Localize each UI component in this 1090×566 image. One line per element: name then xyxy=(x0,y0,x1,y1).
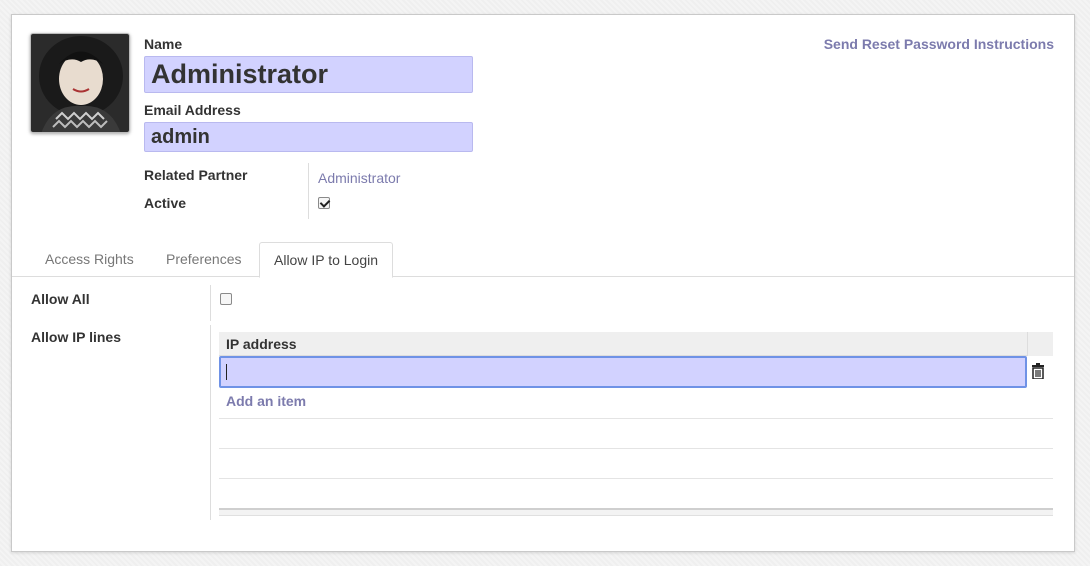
allow-ip-lines-label: Allow IP lines xyxy=(31,329,121,345)
table-footer xyxy=(219,508,1053,516)
table-empty-row xyxy=(219,418,1053,419)
email-label: Email Address xyxy=(144,102,241,118)
ip-address-input[interactable] xyxy=(219,356,1027,388)
user-form-sheet: Send Reset Password Instructions Name Ad… xyxy=(11,14,1075,552)
field-divider xyxy=(210,325,211,520)
allow-all-checkbox[interactable] xyxy=(220,293,232,305)
table-empty-row xyxy=(219,478,1053,479)
name-field[interactable]: Administrator xyxy=(144,56,473,93)
email-field[interactable]: admin xyxy=(144,122,473,152)
text-caret xyxy=(226,364,227,380)
table-empty-row xyxy=(219,448,1053,449)
field-divider xyxy=(308,163,309,219)
send-reset-password-link[interactable]: Send Reset Password Instructions xyxy=(824,36,1054,52)
avatar[interactable] xyxy=(30,33,130,133)
actions-column-header xyxy=(1027,332,1053,356)
active-checkbox[interactable] xyxy=(318,197,330,209)
field-divider xyxy=(210,285,211,321)
name-label: Name xyxy=(144,36,183,52)
tab-access-rights[interactable]: Access Rights xyxy=(31,242,148,277)
add-an-item-link[interactable]: Add an item xyxy=(226,393,306,409)
allow-all-label: Allow All xyxy=(31,291,90,307)
related-partner-label: Related Partner xyxy=(144,167,248,183)
ip-table-header: IP address xyxy=(219,332,1053,356)
tab-preferences[interactable]: Preferences xyxy=(152,242,255,277)
avatar-image xyxy=(31,34,129,132)
active-label: Active xyxy=(144,195,187,211)
ip-address-column-header[interactable]: IP address xyxy=(226,336,297,352)
notebook-tabs: Access Rights Preferences Allow IP to Lo… xyxy=(12,242,1074,278)
trash-icon[interactable] xyxy=(1031,363,1045,379)
tab-allow-ip-to-login[interactable]: Allow IP to Login xyxy=(259,242,394,278)
related-partner-link[interactable]: Administrator xyxy=(318,170,400,186)
